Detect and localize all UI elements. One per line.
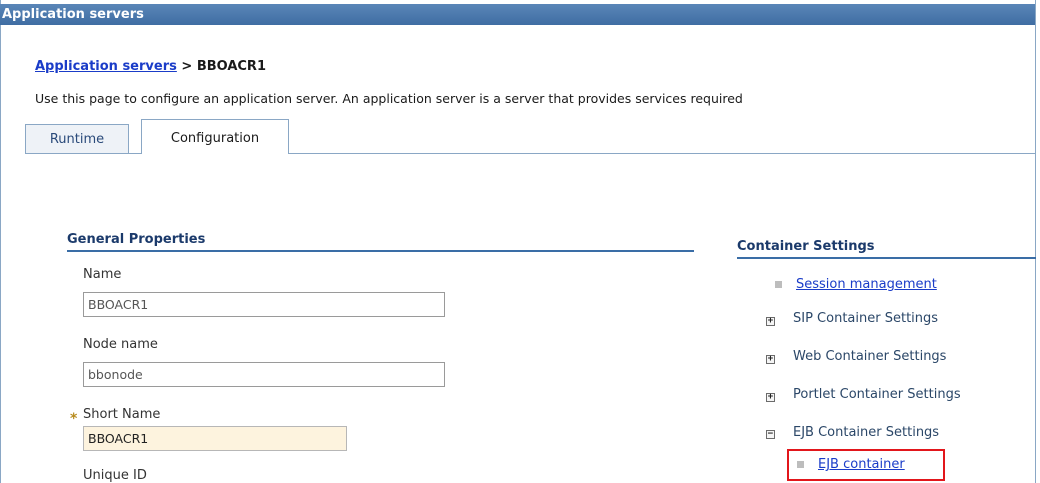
expand-plus-icon[interactable]: + xyxy=(766,393,775,402)
sip-container-settings[interactable]: SIP Container Settings xyxy=(793,311,938,326)
tab-configuration[interactable]: Configuration xyxy=(141,119,289,154)
session-management-link[interactable]: Session management xyxy=(796,277,937,292)
web-container-settings[interactable]: Web Container Settings xyxy=(793,349,946,364)
name-field[interactable]: BBOACR1 xyxy=(83,292,445,317)
general-properties-heading: General Properties xyxy=(67,232,206,247)
required-marker-icon: * xyxy=(70,411,78,427)
short-name-field[interactable]: BBOACR1 xyxy=(83,426,347,451)
expand-plus-icon[interactable]: + xyxy=(766,317,775,326)
breadcrumb-application-servers-link[interactable]: Application servers xyxy=(35,59,177,74)
breadcrumb-current: BBOACR1 xyxy=(196,59,266,74)
page-description: Use this page to configure an applicatio… xyxy=(35,91,743,106)
highlight-box xyxy=(787,449,945,481)
ejb-container-settings[interactable]: EJB Container Settings xyxy=(793,425,939,440)
collapse-minus-icon[interactable]: − xyxy=(766,430,775,439)
container-settings-heading: Container Settings xyxy=(737,239,875,254)
breadcrumb: Application servers > BBOACR1 xyxy=(35,59,266,74)
window-title: Application servers xyxy=(0,4,1035,25)
container-settings-rule xyxy=(737,257,1036,259)
name-label: Name xyxy=(83,267,122,282)
expand-plus-icon[interactable]: + xyxy=(766,355,775,364)
breadcrumb-separator: > xyxy=(176,59,197,74)
general-properties-rule xyxy=(67,250,694,252)
portlet-container-settings[interactable]: Portlet Container Settings xyxy=(793,387,961,402)
short-name-label: Short Name xyxy=(83,407,161,422)
bullet-icon xyxy=(775,281,782,288)
unique-id-label: Unique ID xyxy=(83,468,147,483)
node-name-label: Node name xyxy=(83,337,158,352)
node-name-field[interactable]: bbonode xyxy=(83,362,445,387)
tab-runtime[interactable]: Runtime xyxy=(25,124,129,153)
